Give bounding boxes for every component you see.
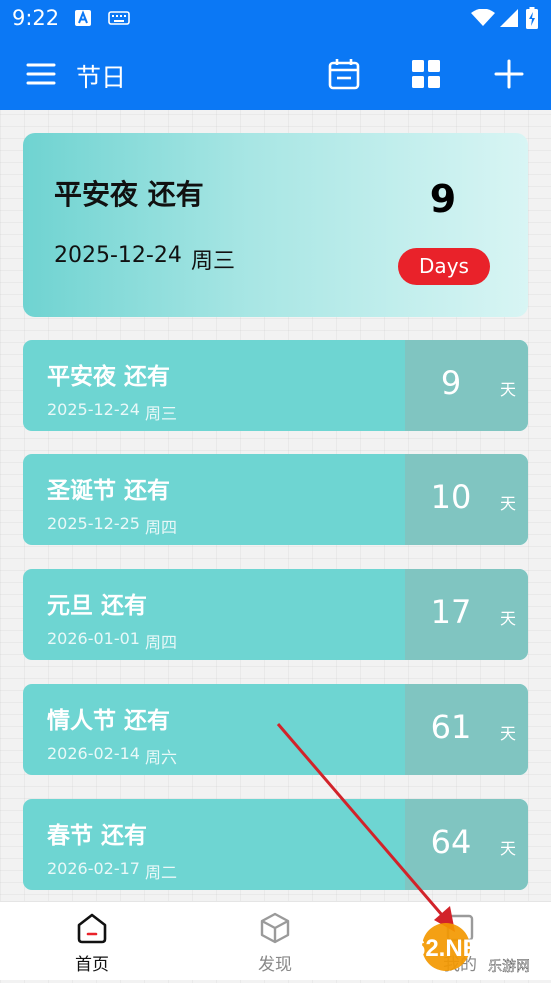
home-icon: [77, 913, 107, 944]
tab-discover[interactable]: 发现: [215, 902, 335, 980]
holiday-date: 2026-02-17: [47, 859, 140, 878]
add-button[interactable]: [489, 54, 529, 94]
holiday-card-christmas[interactable]: 圣诞节 还有 2025-12-25 周四 10 天: [23, 454, 528, 545]
holiday-card-spring-festival[interactable]: 春节 还有 2026-02-17 周二 64 天: [23, 799, 528, 890]
holiday-weekday: 周三: [145, 404, 178, 423]
tab-home[interactable]: 首页: [32, 902, 152, 980]
holiday-date: 2026-02-14: [47, 744, 140, 763]
days-count: 9: [440, 364, 462, 402]
days-unit: 天: [500, 609, 517, 628]
menu-icon: [26, 63, 56, 85]
featured-date: 2025-12-24: [54, 243, 182, 268]
watermark-logo: 962.NET 乐游网: [399, 917, 551, 979]
holiday-weekday: 周二: [145, 863, 178, 882]
featured-title: 平安夜 还有: [54, 178, 204, 211]
days-count: 61: [430, 708, 472, 746]
days-panel: 64 天: [405, 799, 528, 890]
wifi-icon: [471, 8, 495, 31]
holiday-title: 情人节 还有: [47, 708, 171, 734]
days-count: 10: [430, 478, 472, 516]
grid-icon: [412, 60, 440, 88]
notification-a-icon: [75, 10, 91, 30]
holiday-card-new-year[interactable]: 元旦 还有 2026-01-01 周四 17 天: [23, 569, 528, 660]
holiday-date: 2026-01-01: [47, 629, 140, 648]
battery-icon: [526, 7, 538, 33]
days-badge: Days: [398, 248, 490, 285]
signal-icon: [499, 8, 519, 32]
holiday-weekday: 周六: [145, 748, 178, 767]
featured-holiday-card[interactable]: 平安夜 还有 2025-12-24 周三 9 Days: [23, 133, 528, 317]
days-panel: 10 天: [405, 454, 528, 545]
days-panel: 9 天: [405, 340, 528, 431]
status-time: 9:22: [12, 6, 60, 30]
days-panel: 61 天: [405, 684, 528, 775]
featured-weekday: 周三: [191, 249, 236, 274]
holiday-date: 2025-12-25: [47, 514, 140, 533]
menu-button[interactable]: [21, 54, 61, 94]
days-unit: 天: [500, 380, 517, 399]
featured-days-count: 9: [429, 177, 457, 221]
plus-icon: [494, 59, 524, 89]
holiday-title: 圣诞节 还有: [47, 478, 171, 504]
days-unit: 天: [500, 839, 517, 858]
holiday-card-christmas-eve[interactable]: 平安夜 还有 2025-12-24 周三 9 天: [23, 340, 528, 431]
calendar-icon: [328, 59, 360, 90]
holiday-weekday: 周四: [145, 518, 178, 537]
holiday-title: 平安夜 还有: [47, 364, 171, 390]
app-bar: 节日: [0, 38, 551, 110]
holiday-card-valentines[interactable]: 情人节 还有 2026-02-14 周六 61 天: [23, 684, 528, 775]
days-panel: 17 天: [405, 569, 528, 660]
grid-view-button[interactable]: [406, 54, 446, 94]
days-unit: 天: [500, 724, 517, 743]
days-unit: 天: [500, 494, 517, 513]
holiday-title: 春节 还有: [47, 823, 148, 849]
status-bar: 9:22: [0, 0, 551, 38]
page-title: 节日: [76, 63, 127, 92]
tab-label: 发现: [258, 955, 292, 975]
holiday-weekday: 周四: [145, 633, 178, 652]
holiday-title: 元旦 还有: [47, 593, 148, 619]
keyboard-icon: [108, 10, 130, 30]
tab-label: 首页: [75, 955, 109, 975]
days-count: 17: [430, 593, 472, 631]
days-count: 64: [430, 823, 472, 861]
cube-icon: [260, 912, 290, 944]
watermark-text: 962.NET: [413, 935, 494, 962]
calendar-button[interactable]: [324, 54, 364, 94]
watermark-subtext: 乐游网: [488, 959, 530, 975]
holiday-date: 2025-12-24: [47, 400, 140, 419]
